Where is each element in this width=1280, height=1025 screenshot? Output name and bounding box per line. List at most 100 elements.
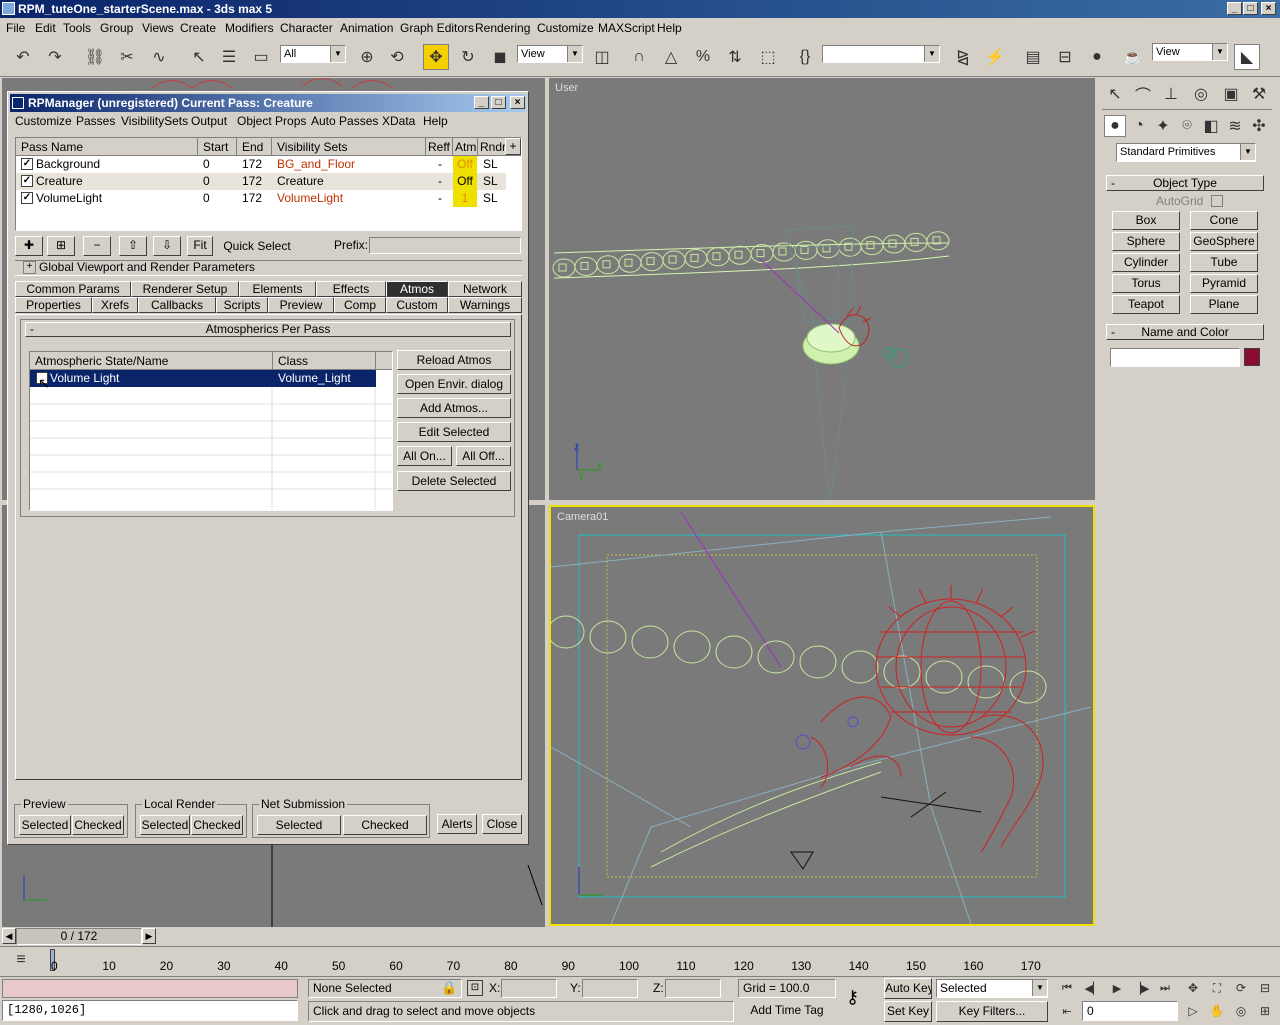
menu-file[interactable]: File [6,21,25,35]
menu-create[interactable]: Create [180,21,216,35]
geometry-icon[interactable]: ● [1104,115,1126,137]
alerts-button[interactable]: Alerts [437,814,477,834]
tab-custom[interactable]: Custom [386,297,448,313]
absolute-mode-icon[interactable]: ⊡ [467,980,483,996]
listener-pink-field[interactable] [2,979,298,998]
selection-filter-select[interactable]: All ▼ [280,45,346,63]
pass-atm[interactable]: 1 [453,190,477,207]
systems-icon[interactable]: ✣ [1248,115,1270,137]
play-icon[interactable]: ▶ [1106,979,1128,997]
edit-named-sel-icon[interactable]: ⬚ [755,44,781,70]
snap-3d-icon[interactable]: ∩ [626,44,652,70]
rotate-icon[interactable]: ↻ [455,44,481,70]
all-off-button[interactable]: All Off... [456,446,511,466]
tab-properties[interactable]: Properties [15,297,92,313]
box-button[interactable]: Box [1112,211,1180,230]
preview-selected-button[interactable]: Selected [19,815,71,835]
open-envir-dialog-button[interactable]: Open Envir. dialog [397,374,511,394]
delete-selected-button[interactable]: Delete Selected [397,471,511,491]
object-color-swatch[interactable] [1244,348,1260,366]
select-rotate-icon[interactable]: ⟲ [384,44,410,70]
net-selected-button[interactable]: Selected [257,815,341,835]
pass-row-creature[interactable]: ✓ Creature 0 172 Creature - Off SL [16,173,506,190]
col-start[interactable]: Start [203,140,228,154]
zoom-icon[interactable]: ✥ [1182,979,1204,997]
next-frame-icon[interactable]: ▕▶ [1130,979,1152,997]
rpm-close-button[interactable]: × [510,96,525,109]
tab-renderer-setup[interactable]: Renderer Setup [131,281,239,297]
tube-button[interactable]: Tube [1190,253,1258,272]
col-pass-name[interactable]: Pass Name [21,140,83,154]
menu-modifiers[interactable]: Modifiers [225,21,274,35]
time-prev-icon[interactable]: ◀ [2,928,16,944]
rpm-minimize-button[interactable]: _ [474,96,489,109]
local-render-checked-button[interactable]: Checked [191,815,243,835]
utilities-tab-icon[interactable]: ⚒ [1246,81,1272,107]
modify-tab-icon[interactable]: ⌒ [1130,81,1156,107]
tab-warnings[interactable]: Warnings [448,297,522,313]
menu-edit[interactable]: Edit [35,21,56,35]
local-render-selected-button[interactable]: Selected [140,815,190,835]
cameras-icon[interactable]: ⌾ [1176,115,1198,137]
y-coord-input[interactable] [582,979,638,998]
pass-enable-checkbox[interactable]: ✓ [21,175,33,187]
fit-button[interactable]: Fit [187,236,213,256]
rpm-menu-object-props[interactable]: Object Props [237,114,306,128]
set-key-button[interactable]: Set Key [884,1001,932,1022]
select-and-move-icon[interactable]: ⊕ [354,44,380,70]
rpm-menu-help[interactable]: Help [423,114,448,128]
pivot-center-icon[interactable]: ◫ [589,44,615,70]
fov-icon[interactable]: ▷ [1182,1001,1204,1021]
rpm-menu-xdata[interactable]: XData [382,114,415,128]
tab-elements[interactable]: Elements [239,281,316,297]
menu-tools[interactable]: Tools [63,21,91,35]
add-atmos-button[interactable]: Add Atmos... [397,398,511,418]
atmos-row-volume-light[interactable]: Volume Light Volume_Light [30,370,376,387]
key-mode-select[interactable]: Selected ▼ [936,979,1048,998]
atmospherics-per-pass-header[interactable]: - Atmospherics Per Pass [25,322,511,337]
quick-render-icon[interactable]: ◣ [1234,44,1260,70]
move-icon[interactable]: ✥ [423,44,449,70]
col-visibility-sets[interactable]: Visibility Sets [277,140,347,154]
spinner-snap-icon[interactable]: ⇅ [722,44,748,70]
select-link-icon[interactable]: ⛓ [82,44,108,70]
tab-comp[interactable]: Comp [334,297,386,313]
rpm-menu-customize[interactable]: Customize [15,114,72,128]
rpm-menu-output[interactable]: Output [191,114,227,128]
track-view-icon[interactable]: ▤ [1020,44,1046,70]
name-color-rollout-header[interactable]: - Name and Color [1106,324,1264,340]
render-scene-icon[interactable]: ☕ [1120,44,1146,70]
pass-enable-checkbox[interactable]: ✓ [21,192,33,204]
menu-group[interactable]: Group [100,21,133,35]
autogrid-checkbox[interactable] [1211,195,1223,207]
object-name-input[interactable] [1110,348,1240,367]
create-tab-icon[interactable]: ↖ [1102,81,1128,107]
col-atmospheric-name[interactable]: Atmospheric State/Name [35,354,168,368]
col-class[interactable]: Class [278,354,308,368]
named-selection-icon[interactable]: {} [792,44,818,70]
plane-button[interactable]: Plane [1190,295,1258,314]
close-button[interactable]: × [1261,2,1276,15]
unlink-icon[interactable]: ✂ [114,44,140,70]
minimize-button[interactable]: _ [1227,2,1242,15]
global-params-rollout[interactable]: + Global Viewport and Render Parameters [15,260,522,276]
pass-atm[interactable]: Off [453,156,477,173]
undo-icon[interactable]: ↶ [10,44,36,70]
prefix-input[interactable] [369,237,521,254]
shapes-icon[interactable]: ◔ [1128,115,1150,137]
goto-end-icon[interactable]: ⏭ [1154,979,1176,997]
rpm-menu-visibilitysets[interactable]: VisibilitySets [121,114,188,128]
scale-icon[interactable]: ◼ [487,44,513,70]
maximize-button[interactable]: □ [1243,2,1258,15]
menu-customize[interactable]: Customize [537,21,594,35]
tab-xrefs[interactable]: Xrefs [92,297,138,313]
arc-rotate-icon[interactable]: ◎ [1230,1001,1252,1021]
viewport-user[interactable]: User z x y [549,78,1095,500]
schematic-view-icon[interactable]: ⊟ [1052,44,1078,70]
global-params-expand[interactable]: + [23,261,36,274]
region-select-icon[interactable]: ▭ [248,44,274,70]
current-frame-input[interactable]: 0 [1082,1001,1178,1021]
pass-table-add-column-button[interactable]: + [505,138,521,155]
move-pass-up-icon[interactable]: ⇧ [119,236,147,256]
tab-scripts[interactable]: Scripts [216,297,268,313]
